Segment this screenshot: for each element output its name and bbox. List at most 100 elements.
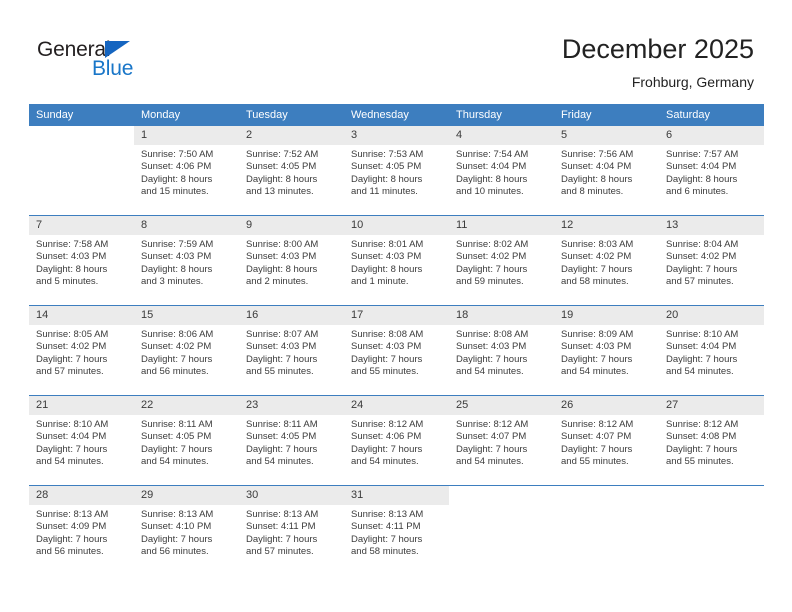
day-daylight2-text: and 1 minute.	[351, 276, 409, 288]
calendar-day-cell[interactable]: 16 Sunrise: 8:07 AM Sunset: 4:03 PM Dayligh…	[239, 305, 344, 396]
day-daylight2-text: and 59 minutes.	[456, 276, 524, 288]
day-details: Sunrise: 8:12 AM Sunset: 4:07 PM Daylight:…	[554, 415, 659, 469]
day-number: 17	[344, 306, 449, 325]
day-details	[554, 505, 659, 509]
calendar-day-cell[interactable]: 28 Sunrise: 8:13 AM Sunset: 4:09 PM Dayligh…	[29, 485, 134, 575]
day-details	[29, 145, 134, 149]
day-details: Sunrise: 8:12 AM Sunset: 4:08 PM Daylight:…	[659, 415, 764, 469]
calendar-day-cell[interactable]: 27 Sunrise: 8:12 AM Sunset: 4:08 PM Dayligh…	[659, 395, 764, 486]
calendar-day-cell[interactable]: 1 Sunrise: 7:50 AM Sunset: 4:06 PM Daylight…	[134, 126, 239, 216]
day-number: 29	[134, 486, 239, 505]
day-daylight1-text: Daylight: 8 hours	[246, 173, 318, 185]
day-details: Sunrise: 7:54 AM Sunset: 4:04 PM Daylight:…	[449, 145, 554, 199]
day-sunset-text: Sunset: 4:04 PM	[666, 341, 737, 353]
day-details: Sunrise: 8:05 AM Sunset: 4:02 PM Daylight:…	[29, 325, 134, 379]
day-sunrise-text: Sunrise: 8:13 AM	[351, 509, 424, 520]
day-daylight1-text: Daylight: 7 hours	[141, 353, 213, 365]
calendar-day-cell[interactable]: 25 Sunrise: 8:12 AM Sunset: 4:07 PM Dayligh…	[449, 395, 554, 486]
day-daylight1-text: Daylight: 7 hours	[666, 353, 738, 365]
calendar-day-cell[interactable]: 22 Sunrise: 8:11 AM Sunset: 4:05 PM Dayligh…	[134, 395, 239, 486]
calendar-day-cell[interactable]: 4 Sunrise: 7:54 AM Sunset: 4:04 PM Daylight…	[449, 126, 554, 216]
day-details: Sunrise: 8:10 AM Sunset: 4:04 PM Daylight:…	[659, 325, 764, 379]
day-details: Sunrise: 8:13 AM Sunset: 4:09 PM Daylight:…	[29, 505, 134, 559]
day-daylight2-text: and 56 minutes.	[36, 546, 104, 558]
day-number: 9	[239, 216, 344, 235]
day-daylight2-text: and 55 minutes.	[351, 366, 419, 378]
day-number: 6	[659, 126, 764, 145]
calendar-day-cell[interactable]: 29 Sunrise: 8:13 AM Sunset: 4:10 PM Dayligh…	[134, 485, 239, 575]
day-details: Sunrise: 8:07 AM Sunset: 4:03 PM Daylight:…	[239, 325, 344, 379]
calendar-day-cell[interactable]: 10 Sunrise: 8:01 AM Sunset: 4:03 PM Dayligh…	[344, 215, 449, 306]
day-details: Sunrise: 8:04 AM Sunset: 4:02 PM Daylight:…	[659, 235, 764, 289]
day-sunrise-text: Sunrise: 8:05 AM	[36, 329, 109, 340]
day-daylight1-text: Daylight: 7 hours	[666, 443, 738, 455]
calendar-day-cell[interactable]: 3 Sunrise: 7:53 AM Sunset: 4:05 PM Daylight…	[344, 126, 449, 216]
day-number: 19	[554, 306, 659, 325]
day-details: Sunrise: 8:00 AM Sunset: 4:03 PM Daylight:…	[239, 235, 344, 289]
day-number: 26	[554, 396, 659, 415]
calendar-day-cell[interactable]: 30 Sunrise: 8:13 AM Sunset: 4:11 PM Dayligh…	[239, 485, 344, 575]
day-sunrise-text: Sunrise: 8:06 AM	[141, 329, 214, 340]
day-sunset-text: Sunset: 4:05 PM	[246, 161, 317, 173]
day-sunset-text: Sunset: 4:02 PM	[456, 251, 527, 263]
calendar-day-cell[interactable]: 15 Sunrise: 8:06 AM Sunset: 4:02 PM Dayligh…	[134, 305, 239, 396]
calendar-day-cell[interactable]: 13 Sunrise: 8:04 AM Sunset: 4:02 PM Dayligh…	[659, 215, 764, 306]
calendar-week-row: 28 Sunrise: 8:13 AM Sunset: 4:09 PM Dayligh…	[29, 485, 764, 575]
calendar-day-cell[interactable]: 26 Sunrise: 8:12 AM Sunset: 4:07 PM Dayligh…	[554, 395, 659, 486]
day-sunrise-text: Sunrise: 8:11 AM	[246, 419, 318, 430]
day-sunset-text: Sunset: 4:02 PM	[561, 251, 632, 263]
calendar-day-cell[interactable]: 5 Sunrise: 7:56 AM Sunset: 4:04 PM Daylight…	[554, 126, 659, 216]
day-daylight2-text: and 54 minutes.	[141, 456, 209, 468]
calendar-day-cell[interactable]: 31 Sunrise: 8:13 AM Sunset: 4:11 PM Dayligh…	[344, 485, 449, 575]
day-daylight1-text: Daylight: 7 hours	[36, 353, 108, 365]
calendar-day-cell[interactable]: 7 Sunrise: 7:58 AM Sunset: 4:03 PM Daylight…	[29, 215, 134, 306]
day-number: 8	[134, 216, 239, 235]
weekday-header-wednesday: Wednesday	[344, 104, 449, 126]
day-details: Sunrise: 8:02 AM Sunset: 4:02 PM Daylight:…	[449, 235, 554, 289]
day-details: Sunrise: 8:10 AM Sunset: 4:04 PM Daylight:…	[29, 415, 134, 469]
day-daylight1-text: Daylight: 7 hours	[246, 353, 318, 365]
day-details: Sunrise: 7:56 AM Sunset: 4:04 PM Daylight:…	[554, 145, 659, 199]
calendar-day-cell[interactable]: 11 Sunrise: 8:02 AM Sunset: 4:02 PM Dayligh…	[449, 215, 554, 306]
calendar-day-cell[interactable]: 2 Sunrise: 7:52 AM Sunset: 4:05 PM Daylight…	[239, 126, 344, 216]
calendar-day-cell[interactable]: 20 Sunrise: 8:10 AM Sunset: 4:04 PM Dayligh…	[659, 305, 764, 396]
day-daylight1-text: Daylight: 8 hours	[666, 173, 738, 185]
calendar-body: 1 Sunrise: 7:50 AM Sunset: 4:06 PM Daylight…	[29, 126, 764, 575]
calendar-page: General Blue December 2025 Frohburg, Ger…	[0, 0, 792, 612]
day-sunrise-text: Sunrise: 8:13 AM	[246, 509, 319, 520]
calendar-day-cell[interactable]: 17 Sunrise: 8:08 AM Sunset: 4:03 PM Dayligh…	[344, 305, 449, 396]
general-blue-logo[interactable]: General Blue	[37, 38, 177, 88]
day-sunrise-text: Sunrise: 8:02 AM	[456, 239, 529, 250]
day-details: Sunrise: 8:08 AM Sunset: 4:03 PM Daylight:…	[344, 325, 449, 379]
calendar-cell-empty	[449, 485, 554, 575]
calendar-day-cell[interactable]: 19 Sunrise: 8:09 AM Sunset: 4:03 PM Dayligh…	[554, 305, 659, 396]
day-sunrise-text: Sunrise: 8:11 AM	[141, 419, 213, 430]
day-number: 14	[29, 306, 134, 325]
calendar-day-cell[interactable]: 12 Sunrise: 8:03 AM Sunset: 4:02 PM Dayligh…	[554, 215, 659, 306]
day-sunrise-text: Sunrise: 8:10 AM	[666, 329, 739, 340]
calendar-day-cell[interactable]: 23 Sunrise: 8:11 AM Sunset: 4:05 PM Dayligh…	[239, 395, 344, 486]
day-number: 21	[29, 396, 134, 415]
calendar-day-cell[interactable]: 8 Sunrise: 7:59 AM Sunset: 4:03 PM Daylight…	[134, 215, 239, 306]
day-daylight2-text: and 54 minutes.	[246, 456, 314, 468]
page-subtitle: Frohburg, Germany	[631, 74, 754, 90]
page-header: General Blue December 2025 Frohburg, Ger…	[0, 0, 792, 100]
calendar-day-cell[interactable]: 21 Sunrise: 8:10 AM Sunset: 4:04 PM Dayligh…	[29, 395, 134, 486]
calendar-week-row: 1 Sunrise: 7:50 AM Sunset: 4:06 PM Daylight…	[29, 126, 764, 216]
day-daylight2-text: and 55 minutes.	[561, 456, 629, 468]
day-sunset-text: Sunset: 4:03 PM	[456, 341, 527, 353]
day-daylight1-text: Daylight: 8 hours	[456, 173, 528, 185]
day-number: 25	[449, 396, 554, 415]
calendar-day-cell[interactable]: 14 Sunrise: 8:05 AM Sunset: 4:02 PM Dayligh…	[29, 305, 134, 396]
calendar-day-cell[interactable]: 9 Sunrise: 8:00 AM Sunset: 4:03 PM Daylight…	[239, 215, 344, 306]
day-sunrise-text: Sunrise: 7:54 AM	[456, 149, 529, 160]
day-sunset-text: Sunset: 4:03 PM	[561, 341, 632, 353]
day-sunrise-text: Sunrise: 7:53 AM	[351, 149, 424, 160]
calendar-day-cell[interactable]: 18 Sunrise: 8:08 AM Sunset: 4:03 PM Dayligh…	[449, 305, 554, 396]
day-details: Sunrise: 8:11 AM Sunset: 4:05 PM Daylight:…	[239, 415, 344, 469]
day-sunset-text: Sunset: 4:06 PM	[351, 431, 422, 443]
day-sunrise-text: Sunrise: 7:58 AM	[36, 239, 109, 250]
calendar-day-cell[interactable]: 6 Sunrise: 7:57 AM Sunset: 4:04 PM Daylight…	[659, 126, 764, 216]
calendar-day-cell[interactable]: 24 Sunrise: 8:12 AM Sunset: 4:06 PM Dayligh…	[344, 395, 449, 486]
day-daylight1-text: Daylight: 7 hours	[141, 443, 213, 455]
